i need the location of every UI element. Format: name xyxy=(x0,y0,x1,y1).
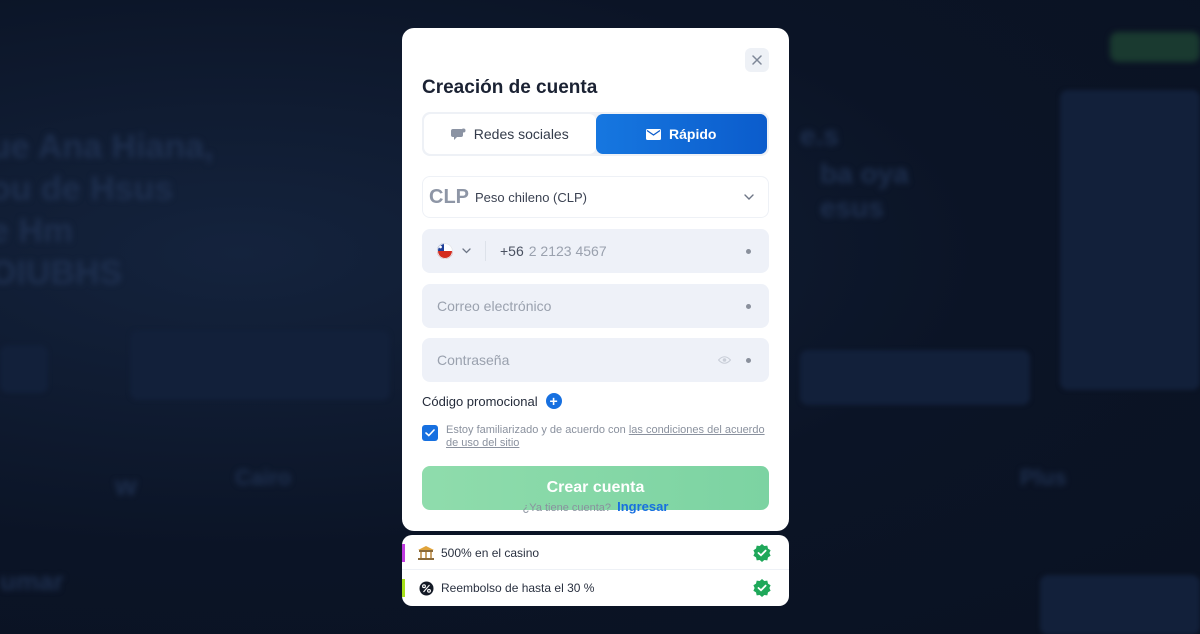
login-link[interactable]: Ingresar xyxy=(617,499,668,514)
eye-hidden-icon[interactable] xyxy=(718,356,731,365)
tab-social-networks[interactable]: Redes sociales xyxy=(424,114,596,154)
promo-code-label: Código promocional xyxy=(422,393,538,409)
terms-checkbox[interactable] xyxy=(422,425,438,441)
close-button[interactable] xyxy=(745,48,769,72)
bonus-label: 500% en el casino xyxy=(441,545,540,560)
phone-field: +56 xyxy=(422,229,769,273)
terms-agreement: Estoy familiarizado y de acuerdo con las… xyxy=(422,424,769,450)
bonus-item: Reembolso de hasta el 30 % xyxy=(402,571,789,605)
registration-modal: Creación de cuenta Redes sociales Rápido… xyxy=(402,28,789,531)
password-field xyxy=(422,338,769,382)
required-indicator xyxy=(746,358,751,363)
currency-code: CLP xyxy=(429,185,469,208)
terms-text-static: Estoy familiarizado y de acuerdo con xyxy=(446,424,626,436)
chile-flag-icon[interactable] xyxy=(437,243,453,259)
tab-fast[interactable]: Rápido xyxy=(595,114,767,154)
required-indicator xyxy=(746,304,751,309)
required-indicator xyxy=(746,249,751,254)
bonus-panel: 500% en el casino Reembolso de hasta el … xyxy=(402,535,789,606)
casino-building-icon xyxy=(418,545,434,561)
currency-name: Peso chileno (CLP) xyxy=(475,189,587,205)
tab-fast-label: Rápido xyxy=(669,126,717,142)
check-icon xyxy=(425,429,435,437)
registration-tabs: Redes sociales Rápido xyxy=(422,112,769,156)
plus-icon[interactable]: + xyxy=(545,393,562,409)
bonus-accent-bar xyxy=(402,544,405,562)
currency-select[interactable]: CLP Peso chileno (CLP) xyxy=(422,176,769,218)
email-field xyxy=(422,284,769,328)
divider xyxy=(485,241,486,261)
password-input[interactable] xyxy=(437,352,707,368)
email-input[interactable] xyxy=(437,298,707,314)
verified-check-icon xyxy=(753,544,771,562)
phone-dial-code: +56 xyxy=(500,243,524,259)
chat-bubbles-icon xyxy=(450,128,466,140)
tab-social-label: Redes sociales xyxy=(473,126,569,142)
close-icon xyxy=(752,55,762,65)
promo-code-toggle[interactable]: Código promocional + xyxy=(422,393,562,409)
login-prompt: ¿Ya tiene cuenta? xyxy=(522,502,612,514)
bonus-label: Reembolso de hasta el 30 % xyxy=(441,581,595,595)
phone-input[interactable] xyxy=(528,243,719,259)
envelope-icon xyxy=(646,128,662,140)
login-prompt-row: ¿Ya tiene cuenta? Ingresar xyxy=(402,499,789,514)
chevron-down-icon xyxy=(744,194,754,200)
terms-text: Estoy familiarizado y de acuerdo con las… xyxy=(446,424,769,450)
modal-title: Creación de cuenta xyxy=(422,77,598,98)
chevron-down-icon[interactable] xyxy=(462,248,471,254)
verified-check-icon xyxy=(753,579,771,597)
cashback-coin-icon xyxy=(418,580,434,596)
bonus-accent-bar xyxy=(402,579,405,597)
bonus-item: 500% en el casino xyxy=(402,536,789,570)
